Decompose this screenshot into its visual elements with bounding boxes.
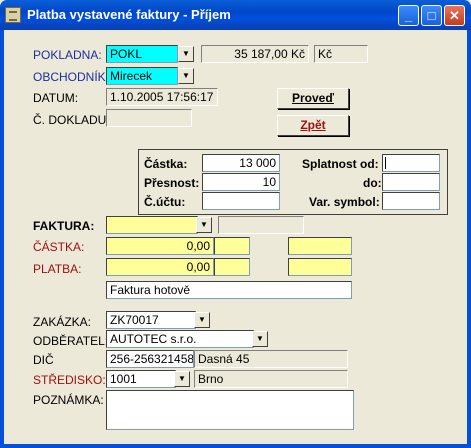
app-icon (5, 7, 21, 23)
faktura-info-field (218, 216, 304, 234)
ulice-field: Dasná 45 (194, 350, 348, 368)
castka-field[interactable]: 0,00 (106, 237, 214, 255)
obchodnik-label: OBCHODNÍK: (33, 70, 110, 84)
zakazka-select[interactable]: ZK70017 (106, 311, 196, 329)
stredisko-dropdown-button[interactable]: ▼ (174, 371, 190, 387)
mesto-field: Brno (194, 370, 348, 388)
zakazka-label: ZAKÁZKA: (33, 315, 92, 329)
faktura-label: FAKTURA: (33, 219, 95, 233)
datum-label: DATUM: (33, 91, 79, 105)
zpet-button[interactable]: Zpět (277, 115, 349, 136)
obchodnik-dropdown-button[interactable]: ▼ (178, 68, 194, 84)
cislo-dokladu-field (106, 109, 192, 127)
castka-panel-label: Částka: (144, 157, 188, 171)
pokladna-select[interactable]: POKL (106, 45, 178, 63)
faktura-dropdown-button[interactable]: ▼ (196, 217, 212, 233)
poznamka-label: POZNÁMKA: (33, 393, 104, 407)
maximize-button[interactable]: □ (421, 5, 442, 26)
presnost-label: Přesnost: (144, 176, 200, 190)
text-caret (385, 157, 386, 169)
var-symbol-input[interactable] (382, 192, 440, 210)
faktura-select[interactable] (106, 216, 198, 234)
do-input[interactable] (382, 173, 440, 191)
platba-extra-field[interactable] (214, 258, 250, 276)
close-button[interactable]: ✕ (444, 5, 465, 26)
castka-panel-input[interactable]: 13 000 (202, 154, 280, 172)
pokladna-label: POKLADNA: (33, 48, 102, 62)
splatnost-od-label: Splatnost od: (302, 157, 379, 171)
dic-label: DIČ (33, 353, 54, 367)
obchodnik-select[interactable]: Mirecek (106, 67, 178, 85)
stredisko-label: STŘEDISKO: (33, 373, 106, 387)
odberatel-select[interactable]: AUTOTEC s.r.o. (106, 330, 254, 348)
poznamka-textarea[interactable] (106, 390, 354, 430)
faktura-status-field[interactable]: Faktura hotově (106, 281, 352, 299)
platba-field[interactable]: 0,00 (106, 258, 214, 276)
pokladna-dropdown-button[interactable]: ▼ (178, 46, 194, 62)
castka-label: ČÁSTKA: (33, 240, 85, 254)
platba-secondary-field[interactable] (288, 258, 352, 276)
odberatel-dropdown-button[interactable]: ▼ (252, 331, 268, 347)
minimize-button[interactable]: _ (398, 5, 419, 26)
proved-button[interactable]: Proveď (277, 88, 349, 109)
currency-field: Kč (314, 45, 368, 63)
castka-secondary-field[interactable] (288, 237, 352, 255)
zakazka-dropdown-button[interactable]: ▼ (194, 312, 210, 328)
splatnost-od-input[interactable] (382, 154, 440, 172)
balance-field: 35 187,00 Kč (201, 45, 309, 63)
var-symbol-label: Var. symbol: (309, 195, 380, 209)
cislo-dokladu-label: Č. DOKLADU: (33, 113, 110, 127)
cislo-uctu-input[interactable] (202, 192, 280, 210)
dic-field[interactable]: 256-2563214587 (106, 350, 194, 368)
do-label: do: (363, 176, 382, 190)
datum-field: 1.10.2005 17:56:17 (106, 88, 218, 106)
castka-extra-field[interactable] (214, 237, 250, 255)
window-title: Platba vystavené faktury - Příjem (27, 7, 231, 22)
cislo-uctu-label: Č.účtu: (144, 195, 186, 209)
presnost-input[interactable]: 10 (202, 173, 280, 191)
platba-label: PLATBA: (33, 262, 82, 276)
odberatel-label: ODBĚRATEL: (33, 334, 109, 348)
stredisko-select[interactable]: 1001 (106, 370, 176, 388)
